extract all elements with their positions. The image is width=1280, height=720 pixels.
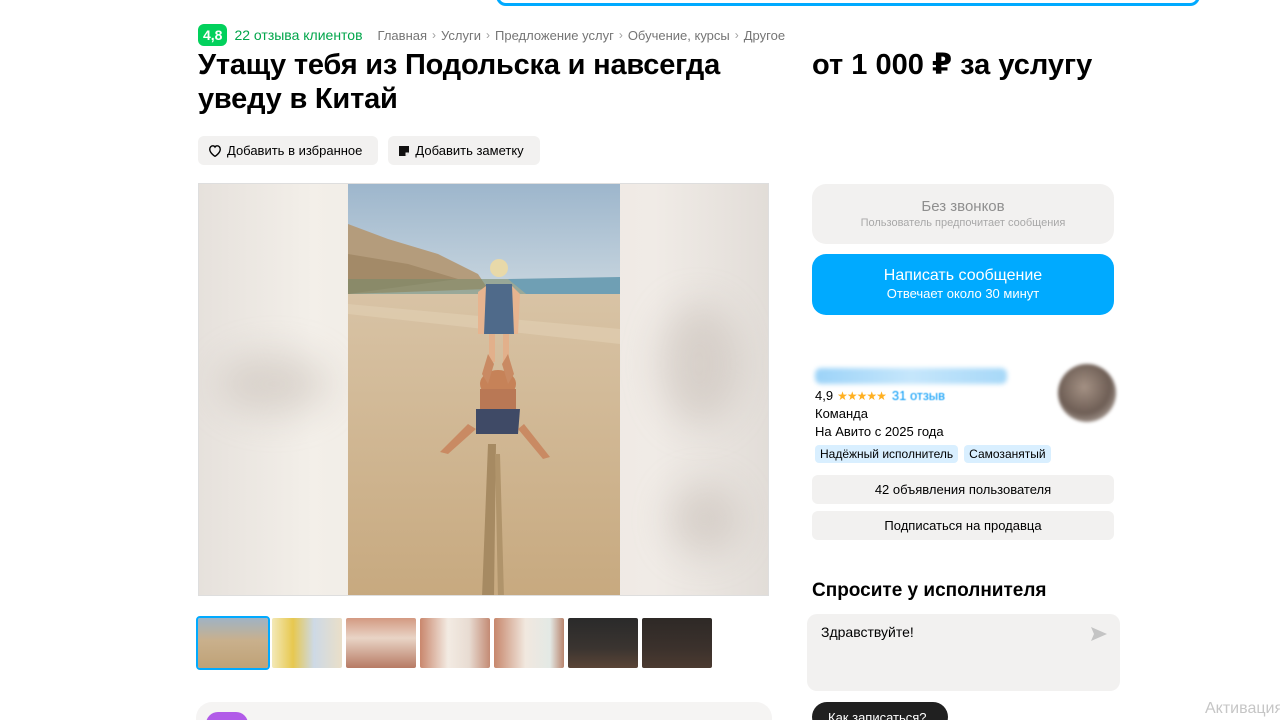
thumbnail[interactable] (196, 616, 270, 670)
write-message-subtitle: Отвечает около 30 минут (886, 286, 1040, 301)
main-photo[interactable] (198, 183, 769, 596)
add-note-button[interactable]: Добавить заметку (388, 136, 540, 165)
how-to-book-button[interactable]: Как записаться? (812, 702, 948, 720)
chevron-right-icon: › (734, 28, 739, 42)
breadcrumb: Главная › Услуги › Предложение услуг › О… (378, 28, 786, 43)
action-chips: Добавить в избранное Добавить заметку (198, 136, 540, 165)
reviews-link[interactable]: 22 отзыва клиентов (234, 27, 362, 43)
photo-blur-shape (669, 484, 739, 554)
no-calls-button: Без звонков Пользователь предпочитает со… (812, 184, 1114, 244)
page-title: Утащу тебя из Подольска и навсегда уведу… (198, 49, 721, 115)
send-icon[interactable] (1090, 626, 1108, 642)
promo-icon (206, 712, 248, 720)
seller-badges: Надёжный исполнитель Самозанятый (815, 445, 1051, 463)
star-rating-icon: ★★★★★ (837, 388, 887, 403)
photo-blur-shape (219, 354, 329, 414)
breadcrumb-item[interactable]: Обучение, курсы (628, 28, 730, 43)
seller-reviews-link[interactable]: 31 отзыв (892, 388, 945, 403)
seller-rating: 4,9 ★★★★★ 31 отзыв (815, 388, 945, 403)
thumbnail[interactable] (346, 618, 416, 668)
photo-blur-shape (659, 304, 739, 424)
ask-message-text: Здравствуйте! (821, 624, 914, 640)
chevron-right-icon: › (432, 28, 437, 42)
search-bar[interactable] (496, 0, 1200, 6)
write-message-button[interactable]: Написать сообщение Отвечает около 30 мин… (812, 254, 1114, 315)
thumbnail[interactable] (272, 618, 342, 668)
write-message-title: Написать сообщение (883, 267, 1043, 284)
heart-icon (209, 145, 221, 157)
seller-name-blurred[interactable] (815, 368, 1007, 384)
add-favorite-label: Добавить в избранное (227, 143, 363, 158)
self-employed-badge[interactable]: Самозанятый (964, 445, 1051, 463)
avatar[interactable] (1058, 364, 1116, 422)
thumbnail[interactable] (494, 618, 564, 668)
windows-activation-watermark: Активация (1205, 700, 1280, 717)
add-favorite-button[interactable]: Добавить в избранное (198, 136, 379, 165)
seller-listings-button[interactable]: 42 объявления пользователя (812, 475, 1114, 504)
ask-message-field[interactable]: Здравствуйте! (807, 614, 1120, 691)
beach-photo (348, 184, 620, 595)
thumbnail[interactable] (642, 618, 712, 668)
thumbnail-strip (196, 616, 712, 670)
no-calls-subtitle: Пользователь предпочитает сообщения (860, 217, 1066, 229)
breadcrumb-item[interactable]: Предложение услуг (495, 28, 614, 43)
chevron-right-icon: › (618, 28, 623, 42)
breadcrumb-item[interactable]: Услуги (441, 28, 481, 43)
promo-card[interactable] (196, 702, 772, 720)
price: от 1 000 ₽ за услугу (812, 49, 1093, 81)
ask-title: Спросите у исполнителя (812, 580, 1047, 601)
seller-since: На Авито с 2025 года (815, 424, 944, 439)
meta-row: 4,8 22 отзыва клиентов Главная › Услуги … (198, 24, 785, 46)
breadcrumb-item[interactable]: Другое (744, 28, 785, 43)
note-icon (399, 145, 410, 156)
reliable-badge[interactable]: Надёжный исполнитель (815, 445, 959, 463)
no-calls-title: Без звонков (921, 198, 1005, 215)
add-note-label: Добавить заметку (415, 143, 524, 158)
page: 4,8 22 отзыва клиентов Главная › Услуги … (0, 0, 1280, 720)
rating-badge: 4,8 (198, 24, 228, 46)
subscribe-button[interactable]: Подписаться на продавца (812, 511, 1114, 540)
seller-rating-value: 4,9 (815, 388, 834, 403)
thumbnail[interactable] (420, 618, 490, 668)
breadcrumb-item[interactable]: Главная (378, 28, 427, 43)
chevron-right-icon: › (486, 28, 490, 42)
thumbnail[interactable] (568, 618, 638, 668)
seller-type: Команда (815, 406, 868, 421)
